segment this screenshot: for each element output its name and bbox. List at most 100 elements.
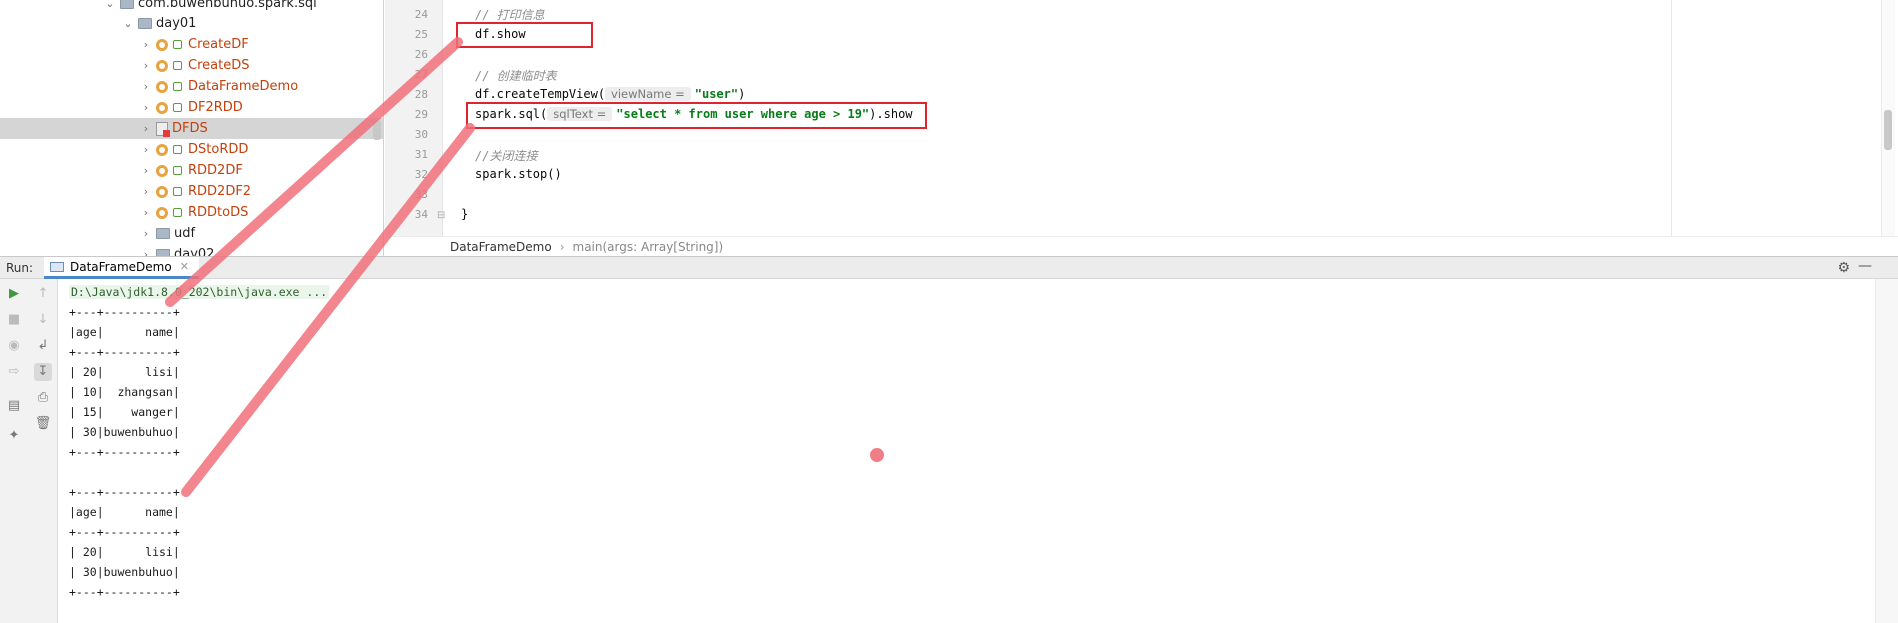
chevron-right-icon[interactable]: › bbox=[138, 80, 154, 93]
console-command-line: D:\Java\jdk1.8.0_202\bin\java.exe ... bbox=[69, 285, 330, 299]
tree-item-class[interactable]: › DF2RDD bbox=[0, 97, 383, 118]
chevron-right-icon[interactable]: › bbox=[138, 59, 154, 72]
code-line: df.createTempView(viewName = "user") bbox=[475, 87, 745, 101]
run-toolwindow-header: Run: DataFrameDemo ✕ ⚙ — bbox=[0, 256, 1898, 279]
console-line: +---+----------+ bbox=[69, 445, 180, 459]
run-label: Run: bbox=[6, 261, 34, 275]
console-scrollbar[interactable] bbox=[1875, 279, 1898, 623]
line-number: 26 bbox=[414, 48, 428, 61]
scala-object-icon bbox=[156, 143, 168, 156]
tree-item-label: DF2RDD bbox=[188, 100, 243, 115]
chevron-right-icon[interactable]: › bbox=[138, 227, 154, 240]
soft-wrap-icon[interactable]: ↲ bbox=[34, 337, 52, 355]
code-comment: // 创建临时表 bbox=[475, 69, 557, 83]
console-output[interactable]: D:\Java\jdk1.8.0_202\bin\java.exe ... +-… bbox=[59, 279, 1874, 623]
line-number: 27 bbox=[414, 68, 428, 81]
parameter-hint: viewName = bbox=[605, 87, 691, 101]
chevron-right-icon[interactable]: › bbox=[138, 101, 154, 114]
gear-icon[interactable]: ⚙ bbox=[1837, 260, 1850, 276]
chevron-right-icon: › bbox=[559, 239, 565, 254]
tree-item-class[interactable]: › RDD2DF bbox=[0, 160, 383, 181]
command-line-text: D:\Java\jdk1.8.0_202\bin\java.exe ... bbox=[69, 285, 330, 299]
trash-icon[interactable]: 🗑 bbox=[34, 415, 52, 433]
tree-item-class[interactable]: › CreateDF bbox=[0, 34, 383, 55]
tree-folder-label: day02 bbox=[174, 247, 215, 256]
scala-object-icon bbox=[156, 38, 168, 51]
chevron-right-icon[interactable]: › bbox=[138, 248, 154, 256]
console-line: +---+----------+ bbox=[69, 585, 180, 599]
scala-object-icon bbox=[156, 185, 168, 198]
scala-object-icon bbox=[156, 101, 168, 114]
chevron-down-icon[interactable]: ⌄ bbox=[102, 0, 118, 10]
breadcrumb-method[interactable]: main(args: Array[String]) bbox=[573, 240, 724, 254]
scroll-to-end-icon[interactable]: ↧ bbox=[34, 363, 52, 381]
lock-icon bbox=[173, 187, 182, 196]
chevron-right-icon[interactable]: › bbox=[138, 185, 154, 198]
stop-icon[interactable]: ■ bbox=[5, 311, 23, 329]
lock-icon bbox=[173, 145, 182, 154]
tree-item-label: RDDtoDS bbox=[188, 205, 249, 220]
folder-icon bbox=[156, 249, 170, 256]
project-tree: ⌄ com.buwenbuhuo.spark.sql ⌄ day01 › Cre… bbox=[0, 0, 384, 256]
chevron-right-icon[interactable]: › bbox=[138, 122, 154, 135]
tree-item-class[interactable]: › DataFrameDemo bbox=[0, 76, 383, 97]
tree-folder-label: day01 bbox=[156, 16, 197, 31]
tree-item-class[interactable]: › CreateDS bbox=[0, 55, 383, 76]
scala-file-error-icon bbox=[156, 121, 170, 137]
chevron-right-icon[interactable]: › bbox=[138, 206, 154, 219]
line-number: 28 bbox=[414, 88, 428, 101]
line-number: 25 bbox=[414, 28, 428, 41]
close-icon[interactable]: ✕ bbox=[180, 260, 189, 273]
tree-folder-day01[interactable]: ⌄ day01 bbox=[0, 13, 383, 34]
console-line: | 30|buwenbuhuo| bbox=[69, 425, 180, 439]
tree-folder-udf[interactable]: › udf bbox=[0, 223, 383, 244]
annotation-box-spark-sql bbox=[466, 102, 927, 129]
line-number: 34 bbox=[414, 208, 428, 221]
login-icon[interactable]: ⇨ bbox=[5, 363, 23, 381]
lock-icon bbox=[173, 82, 182, 91]
lock-icon bbox=[173, 61, 182, 70]
right-margin-guide bbox=[1671, 0, 1672, 236]
line-number: 24 bbox=[414, 8, 428, 21]
editor-scrollbar-thumb[interactable] bbox=[1884, 110, 1892, 150]
tree-folder-label: udf bbox=[174, 226, 196, 241]
run-tab[interactable]: DataFrameDemo ✕ bbox=[44, 257, 199, 279]
minimize-icon[interactable]: — bbox=[1858, 258, 1872, 274]
console-line: +---+----------+ bbox=[69, 525, 180, 539]
arrow-up-icon[interactable]: ↑ bbox=[34, 285, 52, 303]
tree-item-class[interactable]: › RDDtoDS bbox=[0, 202, 383, 223]
tree-package-row[interactable]: ⌄ com.buwenbuhuo.spark.sql bbox=[0, 0, 383, 14]
code-comment: //关闭连接 bbox=[475, 149, 538, 163]
breadcrumb-file[interactable]: DataFrameDemo bbox=[450, 240, 552, 254]
console-line: |age| name| bbox=[69, 505, 180, 519]
camera-icon[interactable]: ◉ bbox=[5, 337, 23, 355]
tree-item-class[interactable]: › DStoRDD bbox=[0, 139, 383, 160]
scala-object-icon bbox=[156, 164, 168, 177]
tree-folder-day02[interactable]: › day02 bbox=[0, 244, 383, 256]
console-line: |age| name| bbox=[69, 325, 180, 339]
scala-object-icon bbox=[156, 80, 168, 93]
tree-item-class[interactable]: › RDD2DF2 bbox=[0, 181, 383, 202]
chevron-right-icon[interactable]: › bbox=[138, 164, 154, 177]
tree-package-label: com.buwenbuhuo.spark.sql bbox=[138, 0, 317, 11]
chevron-down-icon[interactable]: ⌄ bbox=[120, 17, 136, 30]
pin-icon[interactable]: ✦ bbox=[5, 427, 23, 445]
tree-item-label: DataFrameDemo bbox=[188, 79, 299, 94]
folder-icon bbox=[156, 228, 170, 239]
chevron-right-icon[interactable]: › bbox=[138, 143, 154, 156]
tree-scrollbar[interactable] bbox=[373, 120, 381, 140]
play-icon[interactable]: ▶ bbox=[5, 285, 23, 303]
line-number: 31 bbox=[414, 148, 428, 161]
breadcrumb: DataFrameDemo › main(args: Array[String]… bbox=[385, 236, 1898, 256]
tree-item-selected[interactable]: › DFDS bbox=[0, 118, 383, 139]
console-line: | 15| wanger| bbox=[69, 405, 180, 419]
console-line: +---+----------+ bbox=[69, 305, 180, 319]
annotation-box-df-show bbox=[456, 22, 593, 48]
chevron-right-icon[interactable]: › bbox=[138, 38, 154, 51]
print-icon[interactable]: ⎙ bbox=[34, 389, 52, 407]
layout-icon[interactable]: ▤ bbox=[5, 397, 23, 415]
run-tab-label: DataFrameDemo bbox=[70, 259, 172, 274]
line-number: 29 bbox=[414, 108, 428, 121]
application-icon bbox=[50, 261, 64, 272]
arrow-down-icon[interactable]: ↓ bbox=[34, 311, 52, 329]
